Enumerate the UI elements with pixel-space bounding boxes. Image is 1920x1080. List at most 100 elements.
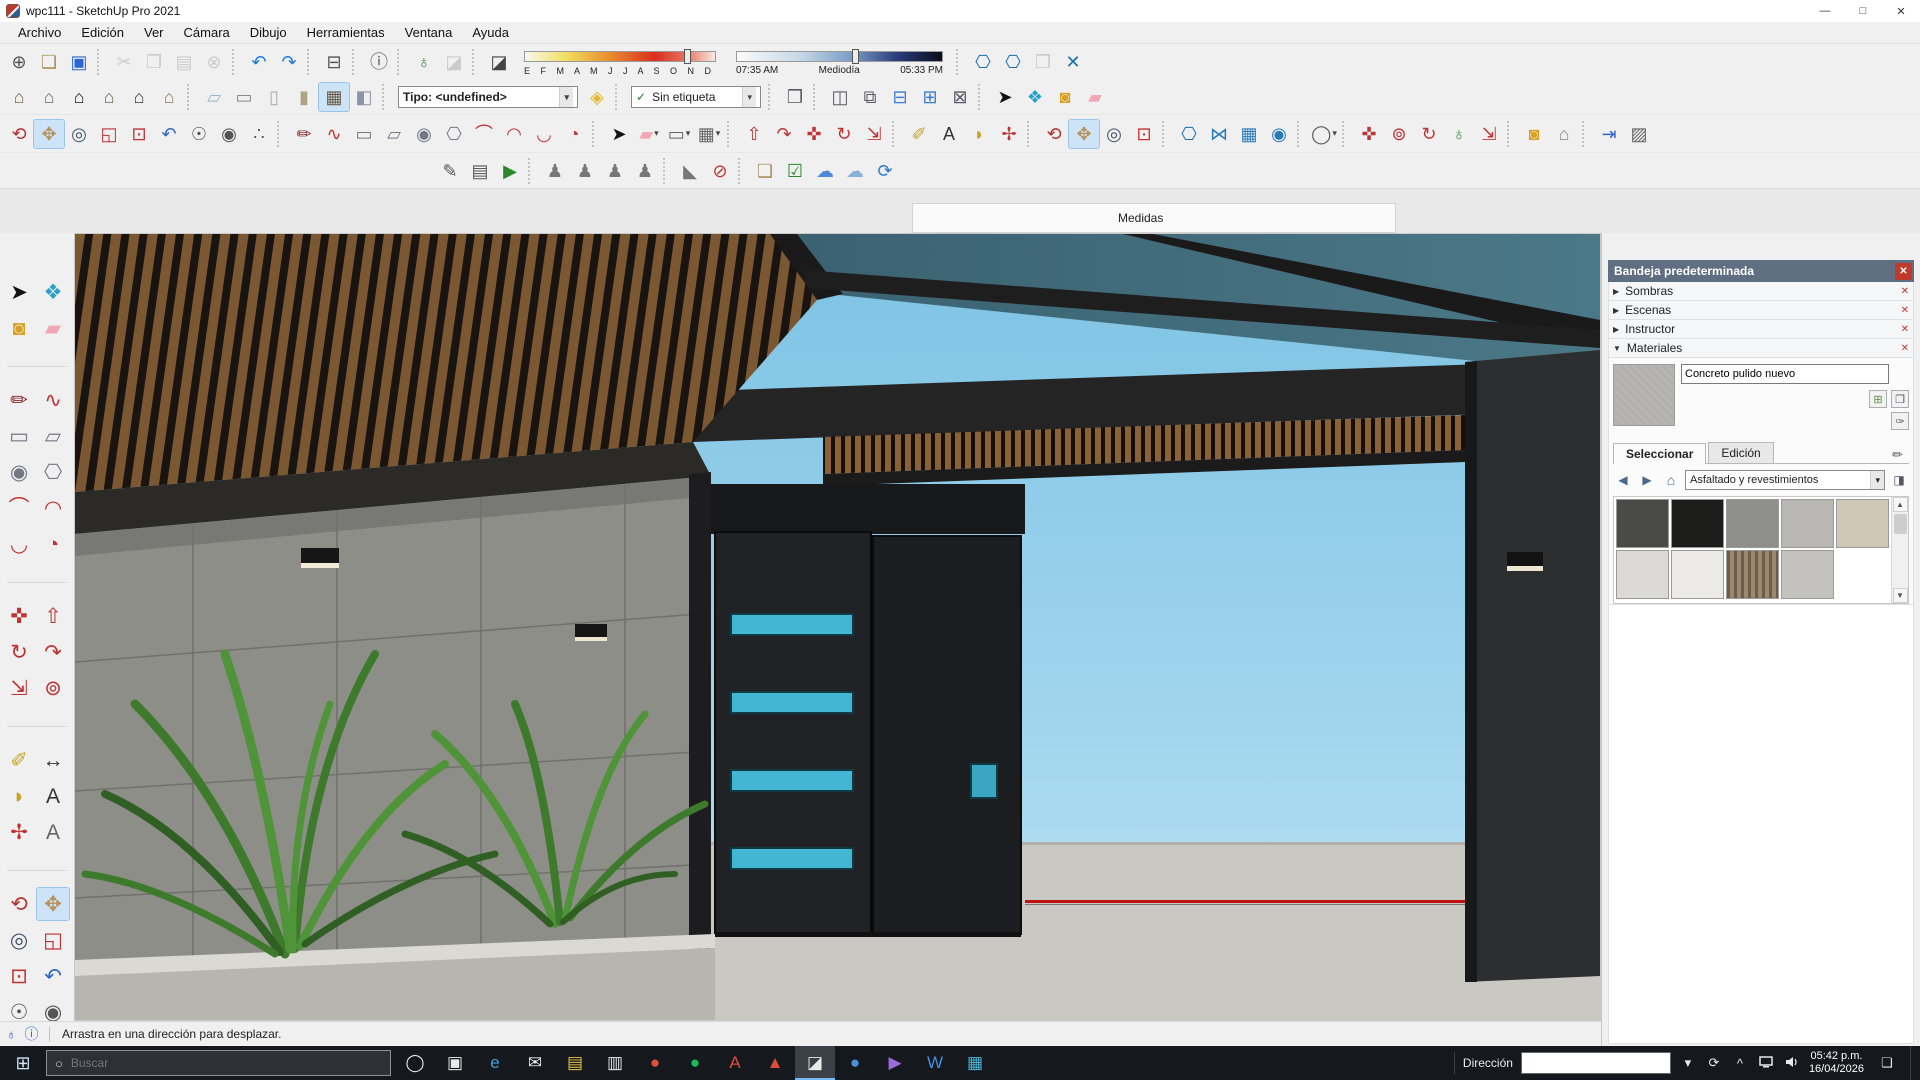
view-iso-icon[interactable]: ⌂ xyxy=(4,83,34,111)
cloud-upload-icon[interactable]: ☁ xyxy=(840,157,870,185)
scale-icon[interactable]: ⇲ xyxy=(3,672,35,704)
address-input[interactable] xyxy=(1521,1052,1671,1074)
select-icon[interactable]: ➤ xyxy=(3,276,35,308)
scrollbar-thumb[interactable] xyxy=(1894,514,1907,534)
solid-split-icon[interactable]: ⊠ xyxy=(945,83,975,111)
sample-paint-button[interactable]: ✑ xyxy=(1891,412,1909,430)
forward-arrow-button[interactable]: ▶ xyxy=(1637,470,1657,490)
style-shaded-icon[interactable]: ▮ xyxy=(289,83,319,111)
mail-icon[interactable]: ✉ xyxy=(515,1046,555,1080)
video-app-icon[interactable]: ▶ xyxy=(875,1046,915,1080)
eraser-icon[interactable]: ▰ xyxy=(37,312,69,344)
scale-icon[interactable]: ⇲ xyxy=(859,120,889,148)
dimensions-icon[interactable]: ↔ xyxy=(37,744,69,776)
maximize-button[interactable]: □ xyxy=(1844,0,1882,22)
add-folder-icon[interactable]: ❏ xyxy=(750,157,780,185)
pan-2-icon[interactable]: ✥ xyxy=(1069,120,1099,148)
menu-archivo[interactable]: Archivo xyxy=(8,23,71,42)
face-style-caret[interactable]: ▾ xyxy=(716,128,721,139)
material-swatch-9[interactable] xyxy=(1781,550,1834,599)
scale-2-icon[interactable]: ⇲ xyxy=(1474,120,1504,148)
move-icon[interactable]: ✜ xyxy=(3,600,35,632)
volume-icon[interactable] xyxy=(1783,1056,1801,1071)
material-swatch-8[interactable] xyxy=(1726,550,1779,599)
view-front-icon[interactable]: ⌂ xyxy=(64,83,94,111)
back-arrow-button[interactable]: ◀ xyxy=(1613,470,1633,490)
start-button[interactable]: ⊞ xyxy=(0,1046,46,1080)
previous-view-icon[interactable]: ↶ xyxy=(154,120,184,148)
two-point-arc-icon[interactable]: ◠ xyxy=(37,492,69,524)
sketchup-icon[interactable]: ◪ xyxy=(795,1046,835,1080)
polygon-icon[interactable]: ⎔ xyxy=(37,456,69,488)
details-button[interactable]: ◨ xyxy=(1889,470,1909,490)
previous-view-icon[interactable]: ↶ xyxy=(37,960,69,992)
orbit-icon[interactable]: ⟲ xyxy=(4,120,34,148)
select-icon[interactable]: ➤ xyxy=(990,83,1020,111)
section-close-icon[interactable]: ✕ xyxy=(1901,305,1909,316)
view-left-icon[interactable]: ⌂ xyxy=(124,83,154,111)
tab-edicion[interactable]: Edición xyxy=(1708,442,1773,463)
pan-icon[interactable]: ✥ xyxy=(34,120,64,148)
play-animation-icon[interactable]: ▶ xyxy=(495,157,525,185)
word-icon[interactable]: W xyxy=(915,1046,955,1080)
new-icon[interactable]: ⊕ xyxy=(4,48,34,76)
paint-2-icon[interactable]: ◙ xyxy=(1519,120,1549,148)
view-back-icon[interactable]: ⌂ xyxy=(94,83,124,111)
polygon-icon[interactable]: ⎔ xyxy=(439,120,469,148)
component-options-icon[interactable]: ♟ xyxy=(600,157,630,185)
style-xray-icon[interactable]: ▱ xyxy=(199,83,229,111)
photo-match-icon[interactable]: ◣ xyxy=(675,157,705,185)
rotated-rectangle-icon[interactable]: ▱ xyxy=(379,120,409,148)
rectangle-icon[interactable]: ▭ xyxy=(349,120,379,148)
zoom-2-icon[interactable]: ◎ xyxy=(1099,120,1129,148)
tray-header[interactable]: Bandeja predeterminada ✕ xyxy=(1608,260,1914,282)
generate-report-icon[interactable]: ▤ xyxy=(465,157,495,185)
no-entry-icon[interactable]: ⊘ xyxy=(705,157,735,185)
print-icon[interactable]: ⊟ xyxy=(319,48,349,76)
arc-icon[interactable]: ⌒ xyxy=(3,492,35,524)
walk-icon[interactable]: ∴ xyxy=(244,120,274,148)
axes-icon[interactable]: ✢ xyxy=(994,120,1024,148)
rectangle-icon[interactable]: ▭ xyxy=(3,420,35,452)
zoom-icon[interactable]: ◎ xyxy=(3,924,35,956)
follow-me-icon[interactable]: ↷ xyxy=(769,120,799,148)
network-icon[interactable] xyxy=(1757,1056,1775,1071)
classifier-caret[interactable]: ▾ xyxy=(1332,128,1337,139)
tape-measure-icon[interactable]: ✐ xyxy=(904,120,934,148)
material-swatch-1[interactable] xyxy=(1616,499,1669,548)
select-2-icon[interactable]: ➤ xyxy=(604,120,634,148)
circle-icon[interactable]: ◉ xyxy=(3,456,35,488)
solid-subtract-icon[interactable]: ⊟ xyxy=(885,83,915,111)
smoove-icon[interactable]: ◉ xyxy=(1264,120,1294,148)
chevron-down-icon[interactable]: ▾ xyxy=(559,87,573,107)
geolocation-icon[interactable]: ♁ xyxy=(6,1026,17,1042)
menu-edici-n[interactable]: Edición xyxy=(71,23,134,42)
component-attributes-icon[interactable]: ♟ xyxy=(630,157,660,185)
zoom-extents-icon[interactable]: ⊡ xyxy=(3,960,35,992)
pan-icon[interactable]: ✥ xyxy=(37,888,69,920)
styles-panel-icon[interactable]: ▨ xyxy=(1624,120,1654,148)
look-around-icon[interactable]: ◉ xyxy=(214,120,244,148)
shadow-time-slider[interactable]: 07:35 AM Mediodía 05:33 PM xyxy=(732,47,947,77)
share-model-icon[interactable]: ⎔ xyxy=(998,48,1028,76)
material-swatch-2[interactable] xyxy=(1671,499,1724,548)
credits-info-icon[interactable]: ⓘ xyxy=(25,1024,39,1044)
cut-icon[interactable]: ✂ xyxy=(109,48,139,76)
material-swatch-5[interactable] xyxy=(1836,499,1889,548)
section-close-icon[interactable]: ✕ xyxy=(1901,324,1909,335)
style-edit-icon[interactable]: ✎ xyxy=(435,157,465,185)
menu-c-mara[interactable]: Cámara xyxy=(174,23,240,42)
paste-icon[interactable]: ▤ xyxy=(169,48,199,76)
secondary-pane-button[interactable]: ❐ xyxy=(1891,390,1909,408)
paint-bucket-icon[interactable]: ◙ xyxy=(3,312,35,344)
extension-warehouse-icon[interactable]: ✕ xyxy=(1058,48,1088,76)
add-location-icon[interactable]: ♁ xyxy=(409,48,439,76)
zoom-window-icon[interactable]: ◱ xyxy=(37,924,69,956)
validate-check-icon[interactable]: ☑ xyxy=(780,157,810,185)
solid-union-icon[interactable]: ⧉ xyxy=(855,83,885,111)
circle-icon[interactable]: ◉ xyxy=(409,120,439,148)
task-view-icon[interactable]: ▣ xyxy=(435,1046,475,1080)
minimize-button[interactable]: — xyxy=(1806,0,1844,22)
axes-icon[interactable]: ✢ xyxy=(3,816,35,848)
move-icon[interactable]: ✜ xyxy=(799,120,829,148)
